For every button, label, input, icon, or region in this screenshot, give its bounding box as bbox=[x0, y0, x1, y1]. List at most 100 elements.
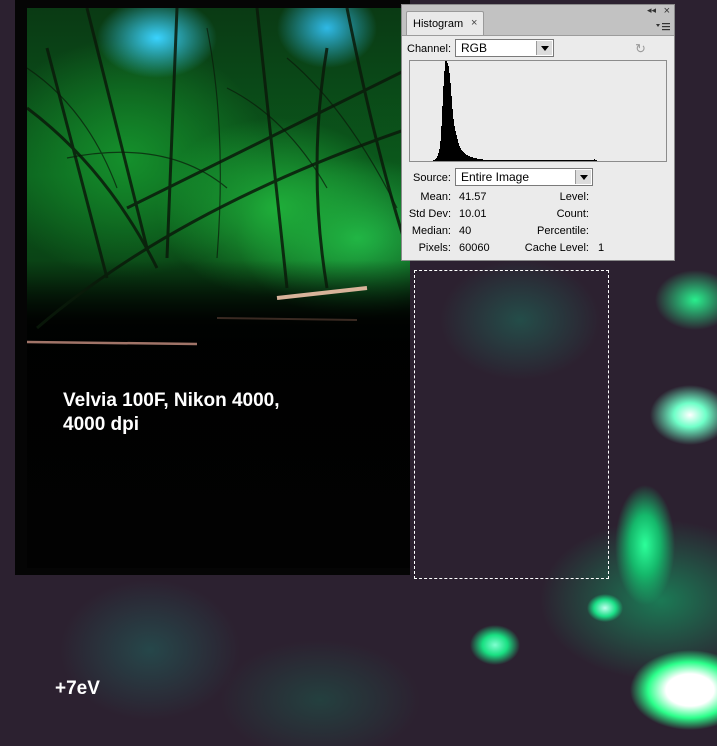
histogram-bar bbox=[488, 160, 489, 161]
histogram-bar bbox=[445, 61, 446, 161]
histogram-bar bbox=[447, 63, 448, 161]
histogram-bar bbox=[588, 160, 589, 161]
histogram-bar bbox=[450, 83, 451, 161]
histogram-bar bbox=[471, 157, 472, 161]
histogram-bar bbox=[438, 153, 439, 161]
histogram-bar bbox=[574, 160, 575, 161]
histogram-bar bbox=[595, 160, 596, 161]
histogram-bar bbox=[530, 160, 531, 161]
histogram-bar bbox=[552, 160, 553, 161]
histogram-bar bbox=[587, 160, 588, 161]
tab-histogram[interactable]: Histogram × bbox=[406, 11, 484, 35]
histogram-bar bbox=[556, 160, 557, 161]
histogram-bar bbox=[562, 160, 563, 161]
window-close-icon[interactable]: × bbox=[664, 5, 670, 17]
histogram-bar bbox=[525, 160, 526, 161]
histogram-bar bbox=[490, 160, 491, 161]
histogram-bar bbox=[524, 160, 525, 161]
histogram-bar bbox=[523, 160, 524, 161]
histogram-bar bbox=[563, 160, 564, 161]
stat-percentile-label: Percentile: bbox=[537, 225, 589, 237]
histogram-bar bbox=[458, 143, 459, 161]
histogram-graph bbox=[409, 60, 667, 162]
histogram-bar bbox=[433, 160, 434, 161]
histogram-bar bbox=[469, 156, 470, 161]
histogram-bar bbox=[442, 106, 443, 161]
stat-cache-level-value: 1 bbox=[598, 242, 605, 254]
histogram-bar bbox=[485, 160, 486, 161]
histogram-bar bbox=[576, 160, 577, 161]
histogram-bar bbox=[561, 160, 562, 161]
stat-cache-level-label: Cache Level: bbox=[524, 242, 589, 254]
panel-menu-icon[interactable] bbox=[656, 21, 670, 33]
histogram-bar bbox=[540, 160, 541, 161]
histogram-bar bbox=[464, 153, 465, 161]
stat-pixels-value: 60060 bbox=[459, 242, 490, 254]
histogram-bar bbox=[510, 160, 511, 161]
histogram-bar bbox=[500, 160, 501, 161]
histogram-bar bbox=[508, 160, 509, 161]
histogram-bar bbox=[472, 157, 473, 161]
refresh-icon[interactable]: ↻ bbox=[635, 41, 646, 57]
histogram-bar bbox=[541, 160, 542, 161]
histogram-bar bbox=[585, 160, 586, 161]
histogram-bar bbox=[521, 160, 522, 161]
histogram-bar bbox=[486, 160, 487, 161]
histogram-bar bbox=[434, 160, 435, 161]
stat-level-label: Level: bbox=[559, 191, 589, 203]
histogram-bar bbox=[593, 160, 594, 161]
histogram-bar bbox=[582, 160, 583, 161]
histogram-bar bbox=[586, 160, 587, 161]
histogram-bar bbox=[491, 160, 492, 161]
histogram-bar bbox=[437, 156, 438, 161]
histogram-bar bbox=[467, 155, 468, 161]
histogram-bar bbox=[451, 96, 452, 161]
source-value: Entire Image bbox=[461, 170, 530, 184]
histogram-bar bbox=[494, 160, 495, 161]
histogram-bar bbox=[460, 148, 461, 161]
histogram-bar bbox=[565, 160, 566, 161]
histogram-bar bbox=[592, 160, 593, 161]
forest-photo bbox=[27, 8, 410, 568]
histogram-bar bbox=[538, 160, 539, 161]
histogram-bar bbox=[479, 159, 480, 161]
histogram-bars bbox=[433, 61, 597, 161]
histogram-bar bbox=[527, 160, 528, 161]
histogram-bar bbox=[577, 160, 578, 161]
histogram-bar bbox=[517, 160, 518, 161]
histogram-bar bbox=[482, 159, 483, 161]
stat-pixels-label: Pixels: bbox=[418, 242, 451, 254]
tab-histogram-label: Histogram bbox=[413, 18, 464, 30]
histogram-bar bbox=[466, 155, 467, 161]
channel-select[interactable]: RGB bbox=[455, 39, 554, 57]
histogram-bar bbox=[590, 160, 591, 161]
histogram-bar bbox=[549, 160, 550, 161]
histogram-panel: Histogram × ◂◂ × Channel: RGB ↻ Source: … bbox=[401, 4, 675, 261]
histogram-bar bbox=[594, 159, 595, 161]
histogram-bar bbox=[455, 131, 456, 161]
panel-header: Histogram × ◂◂ × bbox=[402, 5, 674, 36]
histogram-bar bbox=[579, 160, 580, 161]
histogram-bar bbox=[546, 160, 547, 161]
histogram-bar bbox=[553, 160, 554, 161]
histogram-bar bbox=[578, 160, 579, 161]
tab-close-icon[interactable]: × bbox=[471, 17, 477, 29]
histogram-bar bbox=[462, 151, 463, 161]
stat-median-value: 40 bbox=[459, 225, 472, 237]
histogram-bar bbox=[567, 160, 568, 161]
exposure-label: +7eV bbox=[55, 678, 100, 699]
histogram-bar bbox=[528, 160, 529, 161]
histogram-bar bbox=[519, 160, 520, 161]
histogram-bar bbox=[529, 160, 530, 161]
histogram-bar bbox=[502, 160, 503, 161]
histogram-bar bbox=[536, 160, 537, 161]
histogram-bar bbox=[589, 160, 590, 161]
marquee-selection[interactable] bbox=[414, 270, 609, 579]
collapse-icon[interactable]: ◂◂ bbox=[647, 5, 656, 16]
histogram-bar bbox=[446, 61, 447, 161]
histogram-bar bbox=[498, 160, 499, 161]
histogram-bar bbox=[487, 160, 488, 161]
histogram-bar bbox=[497, 160, 498, 161]
source-select[interactable]: Entire Image bbox=[455, 168, 593, 186]
histogram-bar bbox=[483, 160, 484, 161]
